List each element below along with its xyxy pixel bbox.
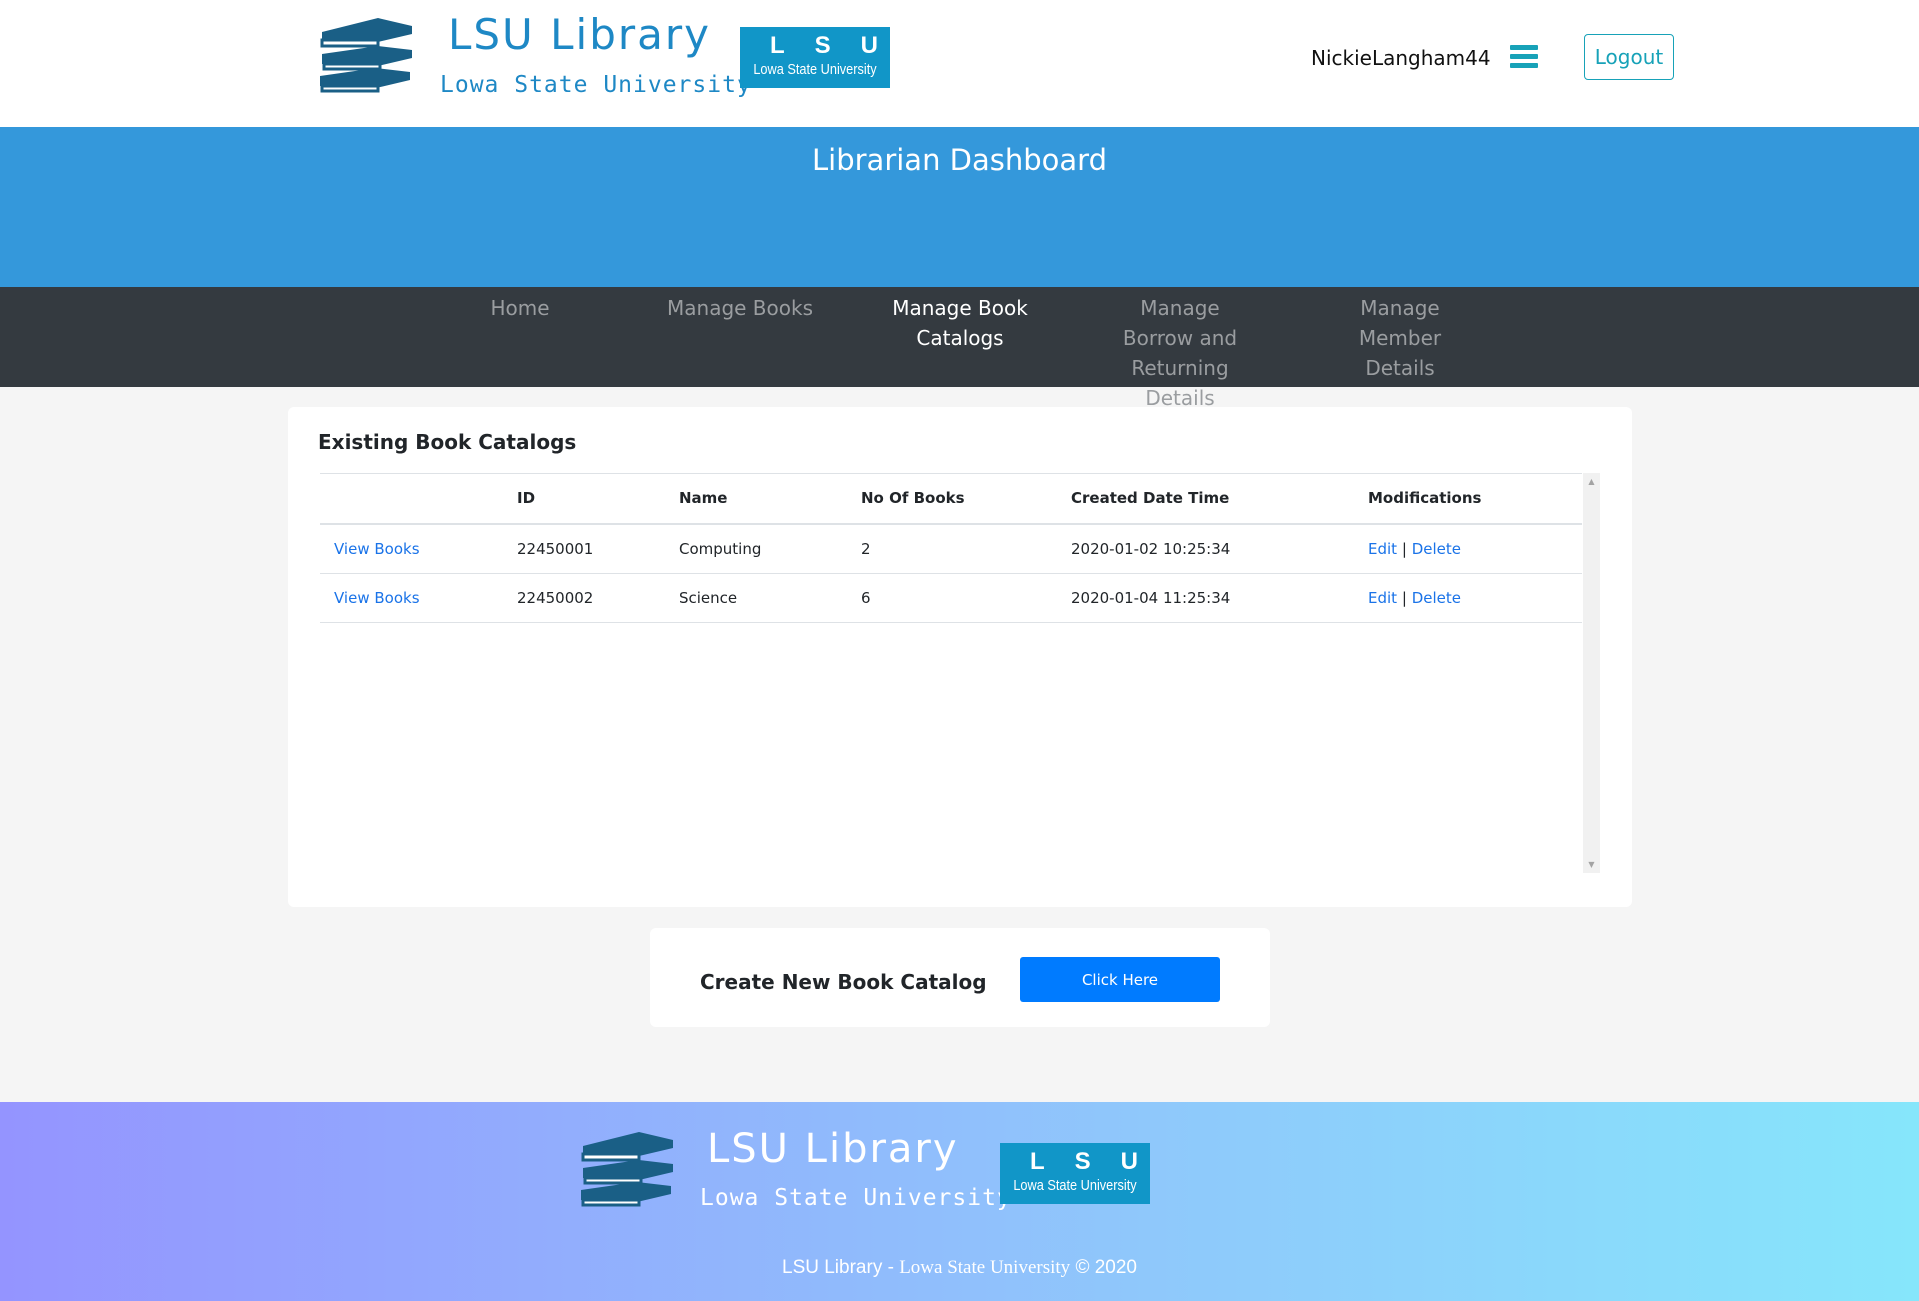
catalog-created: 2020-01-02 10:25:34 <box>1071 540 1231 558</box>
lsu-badge-logo: LSU Lowa State University <box>740 27 890 88</box>
edit-link[interactable]: Edit <box>1368 540 1397 558</box>
delete-link[interactable]: Delete <box>1412 540 1461 558</box>
column-header-modifications: Modifications <box>1368 489 1482 507</box>
column-header-created: Created Date Time <box>1071 489 1230 507</box>
logout-button[interactable]: Logout <box>1584 34 1674 80</box>
view-books-link[interactable]: View Books <box>334 540 420 558</box>
catalog-id: 22450002 <box>517 589 594 607</box>
page-title: Librarian Dashboard <box>812 143 1107 177</box>
table-scrollbar[interactable]: ▲ ▼ <box>1583 473 1600 873</box>
table-row: View Books 22450001 Computing 2 2020-01-… <box>320 525 1582 574</box>
catalog-name: Science <box>679 589 738 607</box>
view-books-link[interactable]: View Books <box>334 589 420 607</box>
hamburger-menu-icon[interactable] <box>1510 45 1538 69</box>
copyright-part-b: Lowa State University <box>899 1257 1071 1278</box>
column-header-id: ID <box>517 489 536 507</box>
table-body-area: ID Name No Of Books Created Date Time Mo… <box>320 473 1582 873</box>
catalog-name: Computing <box>679 540 762 558</box>
scroll-up-arrow-icon[interactable]: ▲ <box>1583 473 1600 490</box>
badge-text: Lowa State University <box>753 61 877 78</box>
scroll-down-arrow-icon[interactable]: ▼ <box>1583 856 1600 873</box>
catalog-created: 2020-01-04 11:25:34 <box>1071 589 1231 607</box>
footer-copyright: LSU Library - Lowa State University © 20… <box>0 1256 1919 1279</box>
table-row: View Books 22450002 Science 6 2020-01-04… <box>320 574 1582 623</box>
username-label: NickieLangham44 <box>1311 46 1491 70</box>
catalogs-title: Existing Book Catalogs <box>318 430 577 454</box>
footer-badge-letters: LSU <box>1030 1148 1168 1175</box>
footer-brand-title: LSU Library <box>707 1126 959 1172</box>
nav-item-manage-borrow-returning[interactable]: Manage Borrow and Returning Details <box>1080 293 1280 413</box>
copyright-part-a: LSU Library - <box>782 1257 900 1278</box>
link-separator: | <box>1401 589 1407 607</box>
nav-item-manage-books[interactable]: Manage Books <box>640 293 840 323</box>
badge-letters: LSU <box>770 32 908 59</box>
create-catalog-button[interactable]: Click Here <box>1020 957 1220 1002</box>
brand-title: LSU Library <box>448 10 712 59</box>
footer-badge-text: Lowa State University <box>1013 1177 1137 1194</box>
catalogs-table: ID Name No Of Books Created Date Time Mo… <box>320 473 1600 873</box>
footer-brand-subtitle: Lowa State University <box>700 1185 1012 1211</box>
copyright-part-c: © 2020 <box>1070 1257 1137 1278</box>
delete-link[interactable]: Delete <box>1412 589 1461 607</box>
nav-item-manage-member-details[interactable]: Manage Member Details <box>1300 293 1500 383</box>
catalog-book-count: 6 <box>861 589 871 607</box>
books-logo-icon <box>320 18 412 93</box>
footer-lsu-badge-logo: LSU Lowa State University <box>1000 1143 1150 1204</box>
nav-item-home[interactable]: Home <box>420 293 620 323</box>
column-header-name: Name <box>679 489 728 507</box>
catalog-book-count: 2 <box>861 540 871 558</box>
link-separator: | <box>1401 540 1407 558</box>
nav-item-manage-book-catalogs[interactable]: Manage Book Catalogs <box>860 293 1060 353</box>
brand-subtitle: Lowa State University <box>440 72 752 98</box>
create-catalog-label: Create New Book Catalog <box>700 970 987 994</box>
catalog-id: 22450001 <box>517 540 594 558</box>
footer-books-logo-icon <box>581 1132 673 1207</box>
column-header-count: No Of Books <box>861 489 965 507</box>
edit-link[interactable]: Edit <box>1368 589 1397 607</box>
